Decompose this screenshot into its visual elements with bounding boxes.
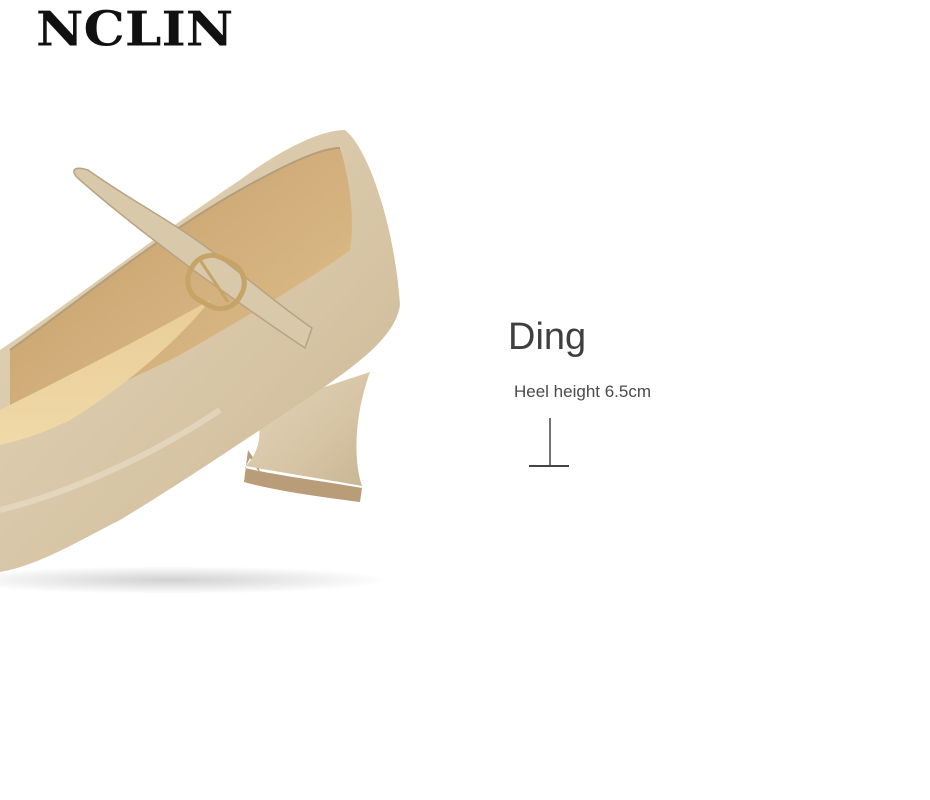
brand-logo: NCLIN: [36, 1, 234, 58]
product-title: Ding: [508, 316, 587, 358]
heel-height-icon: [529, 418, 569, 467]
product-image: [0, 130, 400, 594]
heel-height-label: Heel height 6.5cm: [514, 382, 652, 401]
